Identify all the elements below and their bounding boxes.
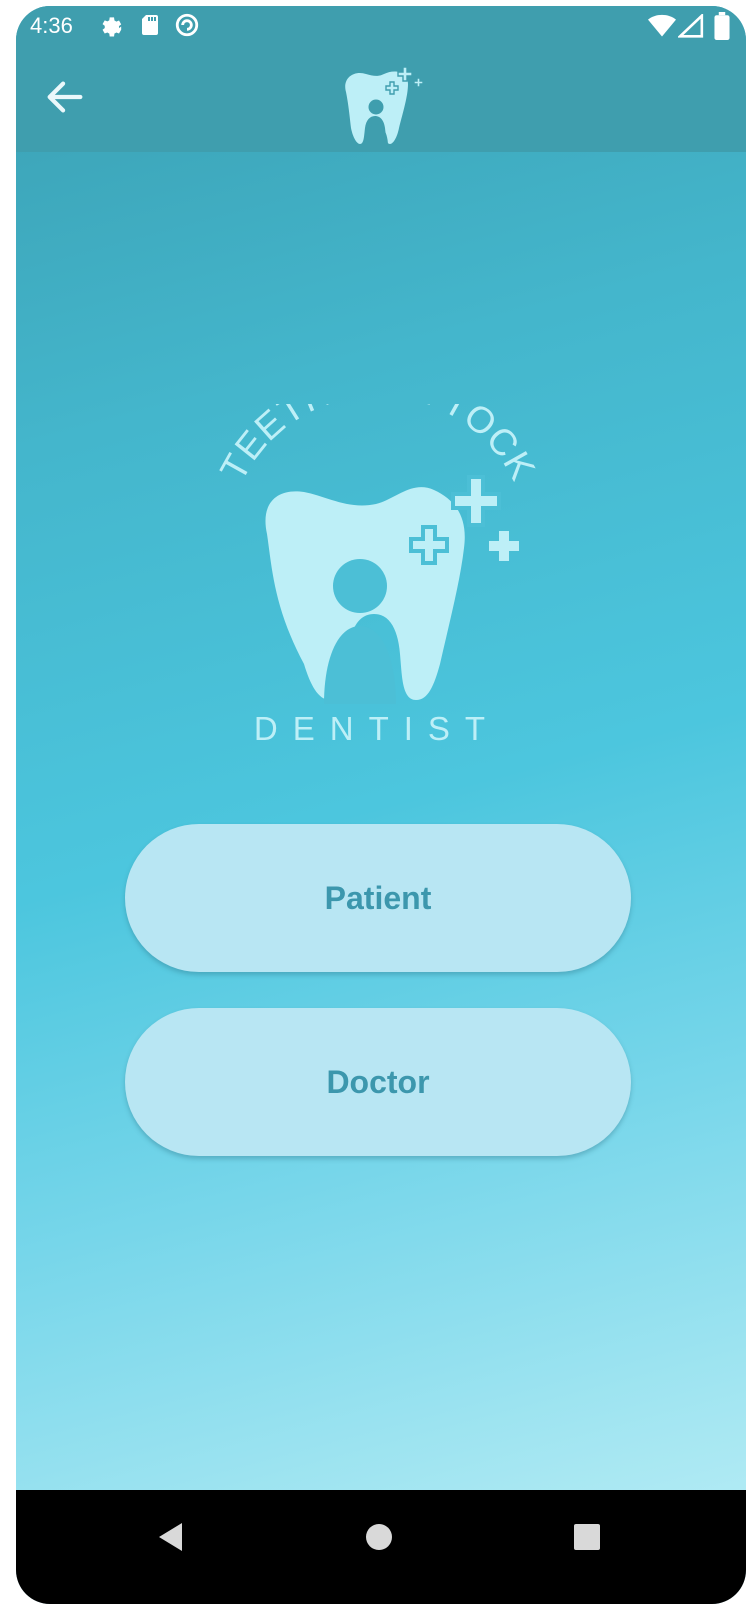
app-logo <box>334 66 434 150</box>
patient-button[interactable]: Patient <box>125 824 631 972</box>
signal-icon <box>676 12 704 43</box>
brand-name: TEETH TICK TOCK <box>212 404 542 487</box>
status-bar: 4:36 <box>16 6 746 46</box>
back-button[interactable] <box>42 74 88 120</box>
doctor-button[interactable]: Doctor <box>125 1008 631 1156</box>
app-bar <box>16 46 746 152</box>
status-time: 4:36 <box>30 13 73 38</box>
circle-home-icon <box>366 1524 392 1550</box>
sd-card-icon <box>138 12 162 43</box>
patient-button-label: Patient <box>324 879 432 916</box>
wifi-icon <box>648 14 676 43</box>
nav-back-button[interactable] <box>146 1512 196 1562</box>
nav-home-button[interactable] <box>354 1512 404 1562</box>
square-recents-icon <box>574 1524 600 1550</box>
sync-icon <box>174 12 200 43</box>
battery-icon <box>714 12 730 45</box>
phone-screen: 4:36 TEET TOCK DENTIST Patient Doctor <box>16 6 746 1604</box>
navigation-bar <box>16 1490 746 1604</box>
doctor-button-label: Doctor <box>326 1063 430 1100</box>
gear-icon <box>98 12 124 43</box>
tagline: DENTIST <box>254 710 500 747</box>
tooth-logo-icon <box>345 66 424 146</box>
triangle-back-icon <box>159 1523 182 1551</box>
teeth-tick-tock-logo: TEETH TICK TOCK DENTIST <box>212 363 542 754</box>
nav-recents-button[interactable] <box>562 1512 612 1562</box>
arrow-left-icon <box>47 81 83 113</box>
